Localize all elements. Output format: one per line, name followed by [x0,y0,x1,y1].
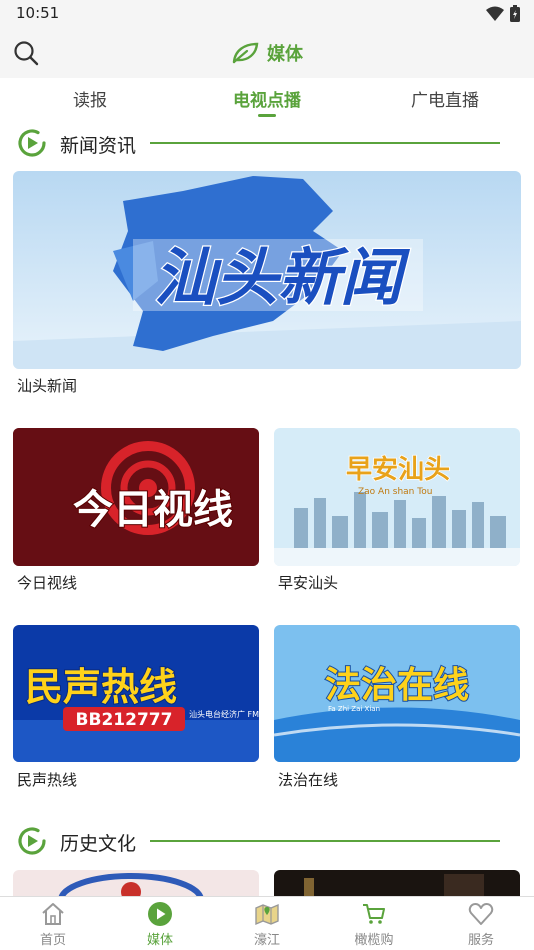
tv-play-icon [18,129,46,157]
section-divider [150,840,500,842]
nav-home[interactable]: 首页 [13,901,93,948]
nav-label: 媒体 [146,933,173,948]
banner-subtext: Zao An shan Tou [358,487,432,497]
program-card-history-1[interactable] [13,870,259,896]
tab-broadcast-live[interactable]: 广电直播 [385,86,505,111]
banner-caption: 汕头电台经济广 FM102.0 [189,709,259,719]
banner-phone: BB212777 [76,710,173,730]
banner-text: 汕头新闻 [154,241,411,314]
home-icon [42,903,64,925]
program-card-good-morning[interactable]: 早安汕头 Zao An shan Tou 早安汕头 [274,428,520,594]
header-title-wrap: 媒体 [0,40,534,66]
program-title: 民声热线 [17,771,78,789]
program-card-today-view[interactable]: 今日视线 今日视线 [13,428,259,594]
banner-text: 法治在线 [325,665,469,706]
program-title: 今日视线 [17,574,78,592]
program-card-legal-online[interactable]: 法治在线 Fa Zhi Zai Xian 法治在线 [274,625,520,791]
banner-subtext: Fa Zhi Zai Xian [328,705,380,713]
battery-icon [510,5,520,22]
program-title: 汕头新闻 [17,377,78,395]
tab-bar: 读报 电视点播 广电直播 [0,78,534,120]
program-thumbnail: 民声热线 BB212777 汕头电台经济广 FM102.0 [13,625,259,762]
map-icon [255,903,279,926]
program-thumbnail [13,870,259,896]
program-card-public-hotline[interactable]: 民声热线 BB212777 汕头电台经济广 FM102.0 民声热线 [13,625,259,791]
play-circle-icon [148,902,172,926]
bottom-nav: 首页 媒体 濠江 橄榄购 服务 [0,896,534,950]
banner-text: 今日视线 [73,487,233,533]
section-header-history: 历史文化 [16,825,500,857]
status-icons [486,5,520,22]
leaf-icon [232,42,259,64]
section-header-news: 新闻资讯 [16,127,500,159]
banner-text: 民声热线 [25,665,177,709]
app-header: 媒体 [0,28,534,78]
cart-icon [363,904,385,924]
page-title: 媒体 [267,44,303,65]
nav-label: 濠江 [253,933,280,948]
program-title: 早安汕头 [278,574,339,592]
program-card-shantou-news[interactable]: 汕头新闻 汕头新闻 [13,171,521,396]
nav-olive-shop[interactable]: 橄榄购 [334,901,414,948]
tab-active-indicator [258,114,276,117]
program-thumbnail: 今日视线 [13,428,259,566]
section-divider [150,142,500,144]
section-title: 新闻资讯 [60,135,137,157]
tab-tv-on-demand[interactable]: 电视点播 [207,86,327,111]
nav-services[interactable]: 服务 [441,901,521,948]
status-time: 10:51 [16,4,60,22]
program-thumbnail: 法治在线 Fa Zhi Zai Xian [274,625,520,762]
banner-text: 早安汕头 [346,455,450,485]
nav-media[interactable]: 媒体 [120,901,200,948]
nav-label: 橄榄购 [354,933,394,948]
nav-haojiang[interactable]: 濠江 [227,901,307,948]
tv-play-icon [18,827,46,855]
program-card-history-2[interactable] [274,870,520,896]
program-thumbnail [274,870,520,896]
section-title: 历史文化 [60,833,137,855]
nav-label: 服务 [467,933,494,948]
program-thumbnail: 早安汕头 Zao An shan Tou [274,428,520,566]
nav-label: 首页 [39,933,66,948]
program-thumbnail: 汕头新闻 [13,171,521,369]
wifi-icon [486,6,504,21]
program-title: 法治在线 [278,771,339,789]
tab-newspaper[interactable]: 读报 [30,86,150,111]
heart-icon [468,903,494,925]
status-bar: 10:51 [0,0,534,28]
